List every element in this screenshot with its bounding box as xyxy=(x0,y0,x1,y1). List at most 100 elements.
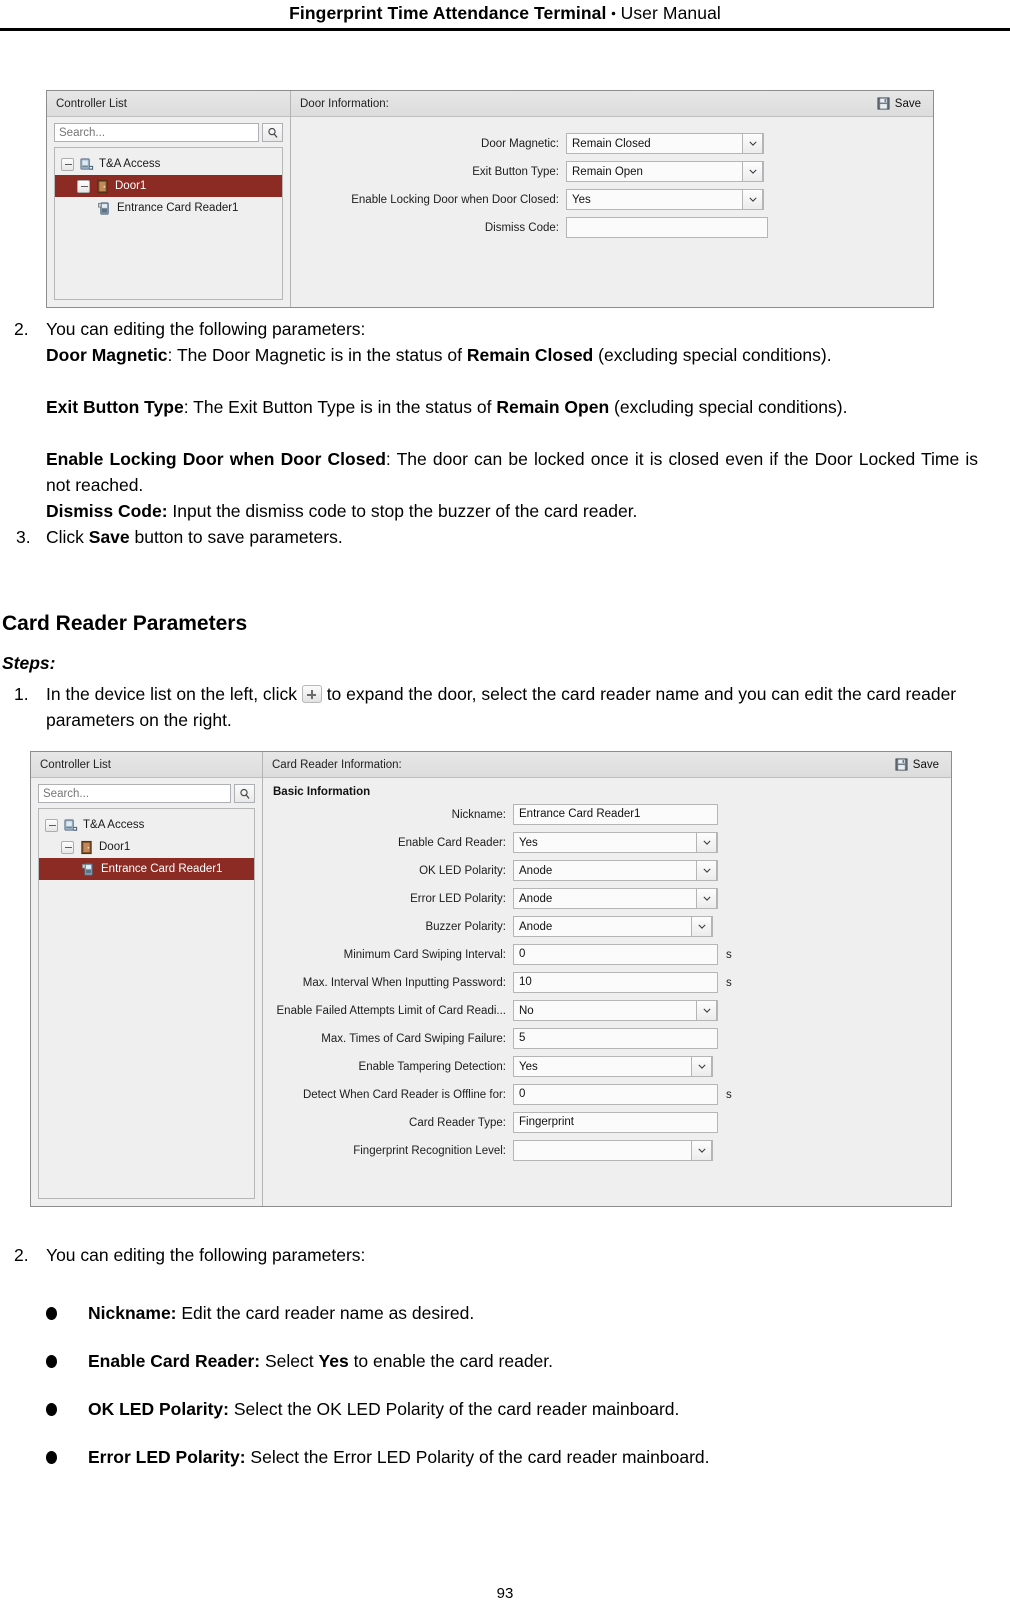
enable-locking-door-select[interactable]: Yes xyxy=(566,189,764,210)
term-door-magnetic: Door Magnetic xyxy=(46,345,168,365)
door-icon xyxy=(81,840,92,854)
paragraph-exit-button-type: Exit Button Type: The Exit Button Type i… xyxy=(46,394,978,420)
detect-offline-for-input[interactable]: 0 xyxy=(513,1084,718,1105)
search-input-2[interactable] xyxy=(38,784,231,803)
door-information-header: Door Information: Save xyxy=(291,91,933,117)
search-button-2[interactable] xyxy=(234,784,255,803)
search-button[interactable] xyxy=(262,123,283,142)
bullet-text-b: to enable the card reader. xyxy=(348,1351,554,1371)
field-unit: s xyxy=(726,1088,732,1101)
paragraph-door-magnetic: Door Magnetic: The Door Magnetic is in t… xyxy=(46,342,978,368)
chevron-down-icon[interactable] xyxy=(742,189,763,210)
chevron-down-icon[interactable] xyxy=(691,916,712,937)
bullet-dot-icon xyxy=(46,1355,57,1368)
tree-node-controller[interactable]: T&A Access xyxy=(55,153,282,175)
field-value: No xyxy=(519,1004,534,1017)
door-information-title: Door Information: xyxy=(300,97,389,110)
controller-search-row xyxy=(47,117,290,147)
term-exit-button-type: Exit Button Type xyxy=(46,397,184,417)
nickname-input[interactable]: Entrance Card Reader1 xyxy=(513,804,718,825)
field-row-card-reader-type: Card Reader Type: Fingerprint xyxy=(263,1112,951,1133)
step-3-text: Click Save button to save parameters. xyxy=(46,524,976,550)
step-3-number: 3. xyxy=(16,527,31,547)
chevron-down-icon[interactable] xyxy=(691,1140,712,1161)
page-header-title-bold: Fingerprint Time Attendance Terminal xyxy=(289,3,607,23)
device-tree-2[interactable]: T&A Access Door1 Entrance Card Reader1 xyxy=(38,808,255,1199)
min-card-swiping-interval-input[interactable]: 0 xyxy=(513,944,718,965)
value-remain-closed: Remain Closed xyxy=(466,345,594,365)
fingerprint-recognition-level-select[interactable] xyxy=(513,1140,713,1161)
chevron-down-icon[interactable] xyxy=(742,161,763,182)
text-a: : The Door Magnetic is in the status of xyxy=(167,345,467,365)
field-row-min-card-swiping-interval: Minimum Card Swiping Interval: 0 s xyxy=(263,944,951,965)
step-2b-number: 2. xyxy=(14,1245,29,1265)
bullet-text-a: Edit the card reader name as desired. xyxy=(176,1303,475,1323)
controller-list-panel-2: Controller List Search... T&A Access Doo… xyxy=(31,752,263,1206)
paragraph-enable-locking-door: Enable Locking Door when Door Closed: Th… xyxy=(46,446,978,498)
chevron-down-icon[interactable] xyxy=(742,133,763,154)
door-information-panel: Door Information: Save Door Magnetic: Re… xyxy=(291,91,933,307)
field-label: Detect When Card Reader is Offline for: xyxy=(302,1088,506,1101)
door-magnetic-select[interactable]: Remain Closed xyxy=(566,133,764,154)
bullet-text-a: Select the Error LED Polarity of the car… xyxy=(245,1447,710,1467)
field-row-max-times-card-swiping-failure: Max. Times of Card Swiping Failure: 5 xyxy=(263,1028,951,1049)
save-button[interactable]: Save xyxy=(877,91,921,117)
enable-tampering-detection-select[interactable]: Yes xyxy=(513,1056,713,1077)
chevron-down-icon[interactable] xyxy=(691,1056,712,1077)
field-value: 5 xyxy=(519,1032,526,1044)
chevron-down-glyph xyxy=(748,169,757,174)
collapse-minus-icon[interactable] xyxy=(61,157,74,171)
tree-node-door1[interactable]: Door1 xyxy=(55,175,282,197)
step-1-number: 1. xyxy=(14,684,29,704)
collapse-minus-icon[interactable] xyxy=(77,179,90,193)
tree-node-controller-2[interactable]: T&A Access xyxy=(39,814,254,836)
dismiss-code-input[interactable] xyxy=(566,217,768,238)
chevron-down-icon[interactable] xyxy=(696,832,717,853)
magnifier-icon xyxy=(239,788,250,799)
chevron-down-glyph xyxy=(702,1008,711,1013)
field-value: Anode xyxy=(519,920,553,933)
field-label: Enable Failed Attempts Limit of Card Rea… xyxy=(276,1004,506,1017)
field-row-enable-locking-door: Enable Locking Door when Door Closed: Ye… xyxy=(291,189,933,210)
field-unit: s xyxy=(726,948,732,961)
max-times-card-swiping-failure-input[interactable]: 5 xyxy=(513,1028,718,1049)
list-item: Enable Card Reader: Select Yes to enable… xyxy=(46,1348,976,1374)
tree-node-entrance-card-reader1-2[interactable]: Entrance Card Reader1 xyxy=(39,858,254,880)
field-label: OK LED Polarity: xyxy=(419,864,506,877)
chevron-down-icon[interactable] xyxy=(696,1000,717,1021)
controller-search-row-2 xyxy=(31,778,262,808)
search-input[interactable] xyxy=(54,123,259,142)
field-label: Minimum Card Swiping Interval: xyxy=(343,948,506,961)
enable-card-reader-select[interactable]: Yes xyxy=(513,832,718,853)
card-reader-form: Nickname: Entrance Card Reader1 Enable C… xyxy=(263,802,951,1168)
field-label: Dismiss Code: xyxy=(484,221,559,234)
card-reader-type-input[interactable]: Fingerprint xyxy=(513,1112,718,1133)
field-label: Buzzer Polarity: xyxy=(425,920,506,933)
collapse-minus-icon[interactable] xyxy=(61,840,74,854)
field-value: Yes xyxy=(572,193,591,206)
chevron-down-icon[interactable] xyxy=(696,860,717,881)
exit-button-type-select[interactable]: Remain Open xyxy=(566,161,764,182)
save-button-2[interactable]: Save xyxy=(895,752,939,778)
save-label: Save xyxy=(894,97,921,110)
error-led-polarity-select[interactable]: Anode xyxy=(513,888,718,909)
chevron-down-glyph xyxy=(697,1148,706,1153)
max-interval-password-input[interactable]: 10 xyxy=(513,972,718,993)
tree-node-door1-2[interactable]: Door1 xyxy=(39,836,254,858)
tree-node-label: Door1 xyxy=(115,180,147,192)
collapse-minus-icon[interactable] xyxy=(45,818,58,832)
tree-node-entrance-card-reader1[interactable]: Entrance Card Reader1 xyxy=(55,197,282,219)
list-item: OK LED Polarity: Select the OK LED Polar… xyxy=(46,1396,976,1422)
field-label: Door Magnetic: xyxy=(481,137,559,150)
chevron-down-icon[interactable] xyxy=(696,888,717,909)
expand-plus-icon[interactable] xyxy=(301,685,322,703)
floppy-save-icon xyxy=(877,97,890,110)
buzzer-polarity-select[interactable]: Anode xyxy=(513,916,713,937)
field-label: Nickname: xyxy=(451,808,506,821)
ok-led-polarity-select[interactable]: Anode xyxy=(513,860,718,881)
device-tree[interactable]: T&A Access Door1 Entrance Card Reader1 xyxy=(54,147,283,300)
card-reader-icon xyxy=(82,862,93,876)
enable-failed-attempts-limit-select[interactable]: No xyxy=(513,1000,718,1021)
card-reader-information-title: Card Reader Information: xyxy=(272,758,402,771)
tree-node-label: T&A Access xyxy=(83,819,145,831)
